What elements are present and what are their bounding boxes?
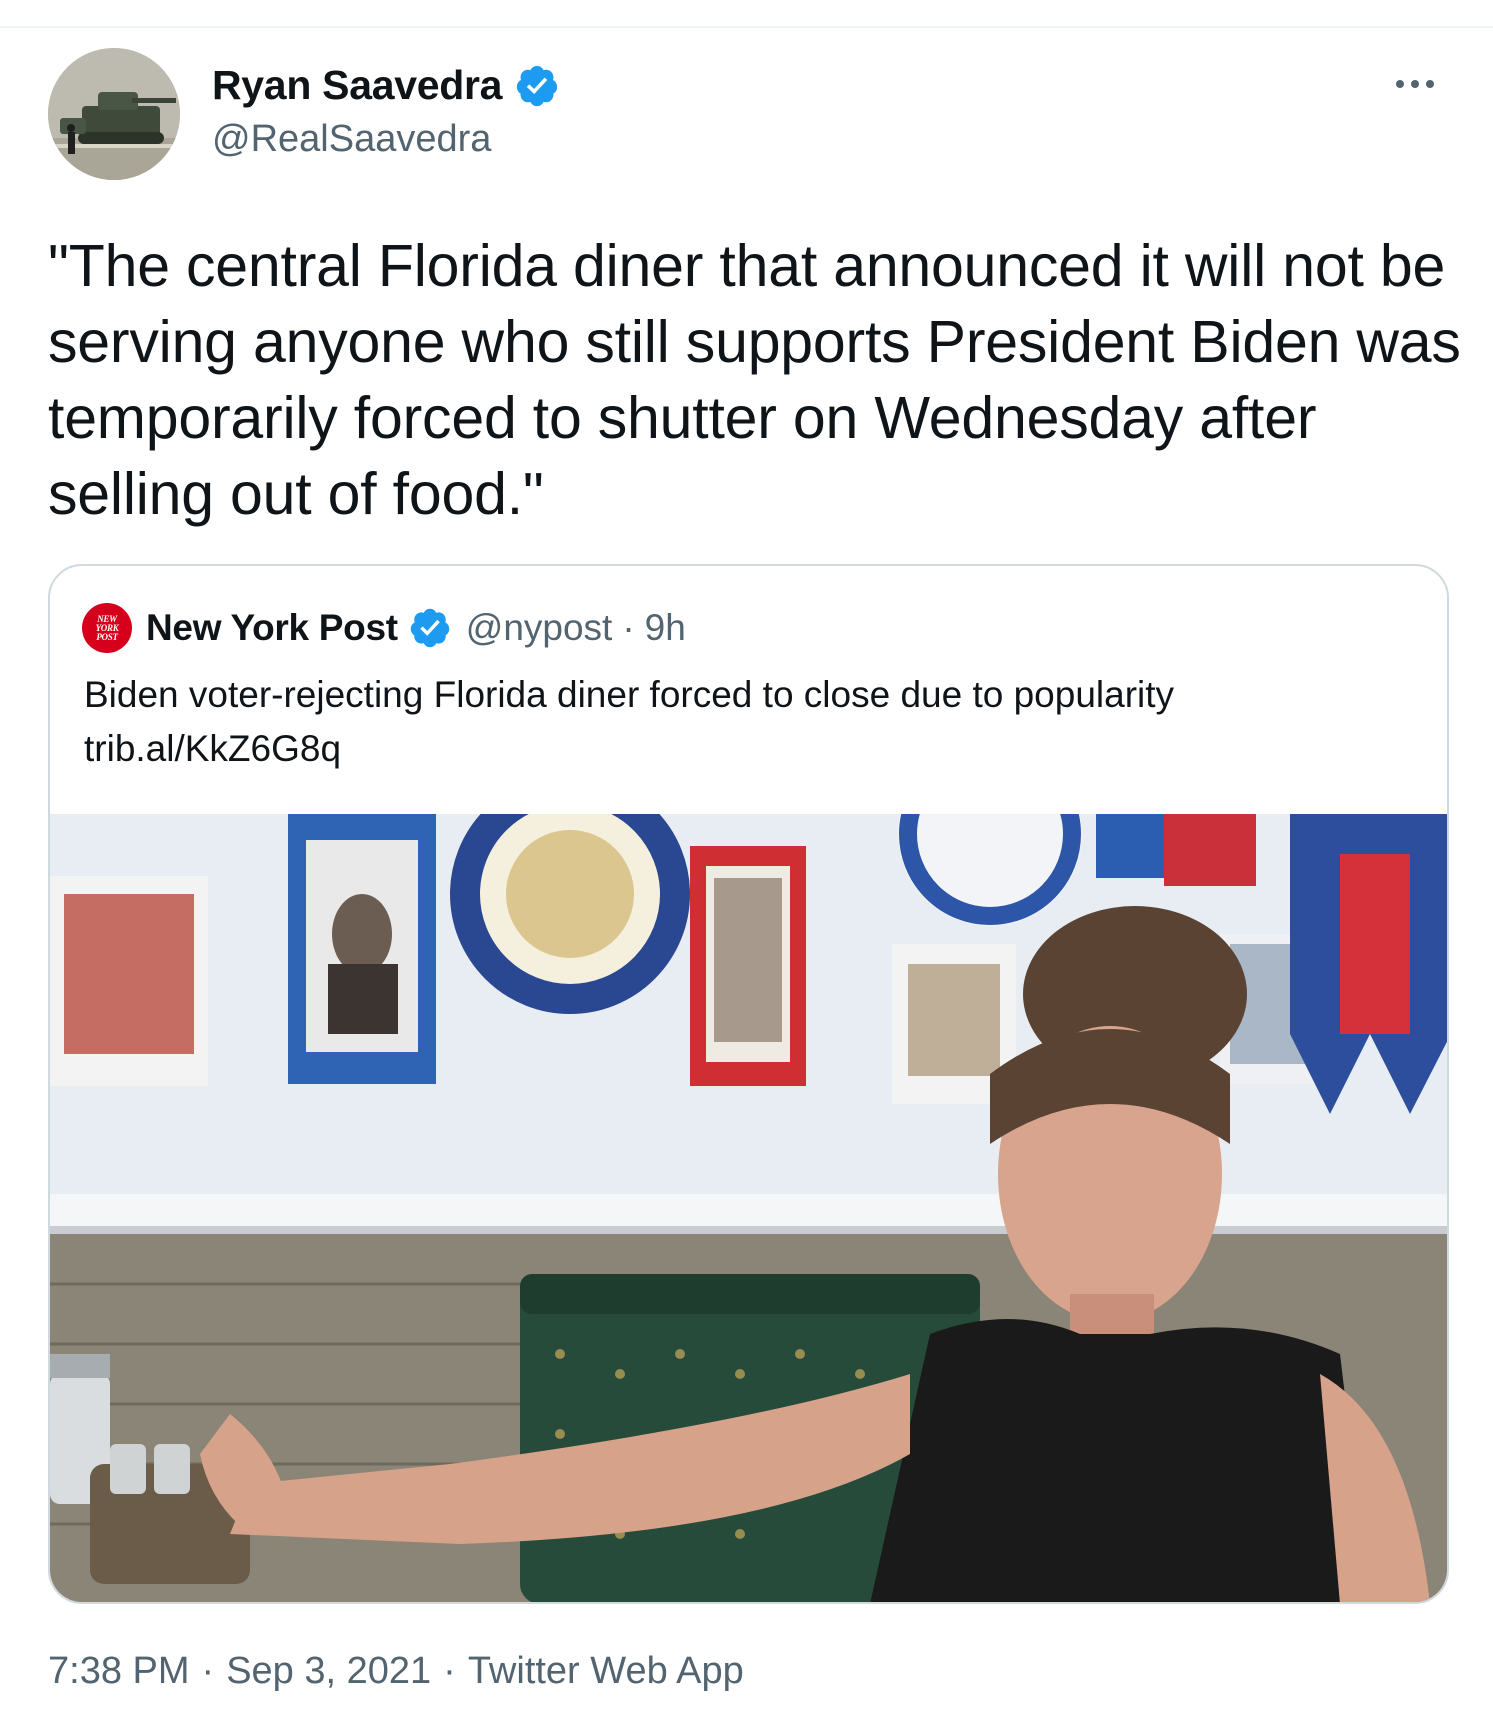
verified-badge-icon [410, 608, 450, 648]
tweet-source[interactable]: Twitter Web App [468, 1650, 744, 1693]
logo-line: POST [96, 631, 118, 642]
quoted-time[interactable]: 9h [645, 607, 686, 649]
top-divider [0, 26, 1493, 28]
tweet-time[interactable]: 7:38 PM [48, 1650, 190, 1693]
tweet-text: "The central Florida diner that announce… [48, 233, 1461, 527]
quoted-link[interactable]: trib.al/KkZ6G8q [84, 722, 1424, 776]
nypost-logo-icon[interactable]: NEW YORK POST [82, 603, 132, 653]
quoted-author-handle: @nypost [465, 607, 613, 648]
separator-dot: · [201, 1650, 215, 1692]
more-options-icon[interactable] [1385, 64, 1445, 104]
quoted-author-name[interactable]: New York Post [146, 607, 398, 649]
verified-badge-icon [516, 65, 558, 106]
separator-dot: · [622, 607, 635, 648]
tweet-meta: 7:38 PM · Sep 3, 2021 · Twitter Web App [48, 1650, 744, 1693]
quoted-tweet-card[interactable]: NEW YORK POST New York Post @nypost · 9h… [48, 564, 1449, 1604]
author-name-row[interactable]: Ryan Saavedra [212, 62, 560, 109]
quoted-tweet-header: NEW YORK POST New York Post @nypost · 9h [82, 602, 686, 654]
separator-dot: · [443, 1650, 456, 1692]
quoted-headline: Biden voter-rejecting Florida diner forc… [84, 674, 1175, 715]
avatar-image [48, 48, 180, 180]
quoted-tweet-text: Biden voter-rejecting Florida diner forc… [84, 668, 1424, 776]
quoted-media[interactable] [50, 814, 1447, 1602]
news-photo [50, 814, 1447, 1602]
author-avatar[interactable] [48, 48, 180, 180]
author-name[interactable]: Ryan Saavedra [212, 62, 502, 109]
tweet-date[interactable]: Sep 3, 2021 [226, 1650, 431, 1693]
tweet-page: Ryan Saavedra @RealSaavedra "The central… [0, 0, 1493, 1733]
author-handle[interactable]: @RealSaavedra [212, 118, 491, 161]
